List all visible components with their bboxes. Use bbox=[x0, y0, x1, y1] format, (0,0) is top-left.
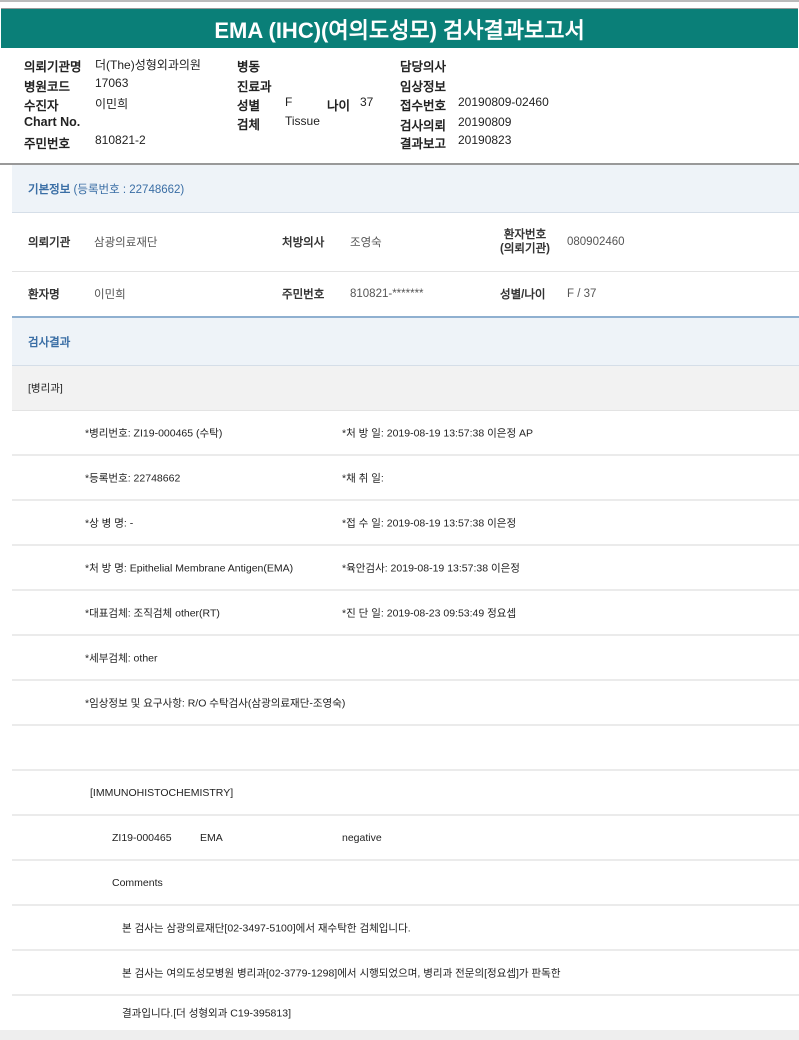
comment: 결과입니다.[더 성형외과 C19-395813] bbox=[122, 1007, 291, 1020]
label: 접수번호 bbox=[400, 99, 447, 113]
clinical-info: *임상정보 및 요구사항: R/O 수탁검사(삼광의료재단-조영숙) bbox=[85, 697, 346, 709]
result-row: *임상정보 및 요구사항: R/O 수탁검사(삼광의료재단-조영숙) bbox=[12, 681, 799, 726]
value: 17063 bbox=[95, 76, 129, 90]
ihc-result: negative bbox=[342, 831, 382, 844]
value: F bbox=[285, 95, 293, 109]
value: 080902460 bbox=[567, 236, 625, 248]
label: 성별/나이 bbox=[500, 289, 546, 301]
registration-number: (등록번호 : 22748662) bbox=[73, 183, 185, 196]
label: 나이 bbox=[327, 99, 351, 113]
value: 삼광의료재단 bbox=[94, 237, 158, 249]
comments-label-row: Comments bbox=[12, 861, 799, 906]
label: Chart No. bbox=[24, 115, 81, 129]
label-sub: (의뢰기관) bbox=[500, 243, 550, 255]
label: 의뢰기관명 bbox=[24, 60, 82, 74]
collection-date: *채 취 일: bbox=[342, 472, 384, 484]
info-row: 의뢰기관 삼광의료재단 처방의사 조영숙 환자번호 (의뢰기관) 08090246… bbox=[12, 213, 799, 272]
value: Tissue bbox=[285, 114, 320, 128]
label: 주민번호 bbox=[24, 137, 71, 151]
value: 조영숙 bbox=[350, 237, 382, 249]
receipt-date: *접 수 일: 2019-08-19 13:57:38 이은정 bbox=[342, 517, 517, 529]
gross-exam-date: *육안검사: 2019-08-19 13:57:38 이은정 bbox=[342, 562, 520, 574]
value: 20190809-02460 bbox=[458, 95, 549, 109]
label: 주민번호 bbox=[282, 289, 325, 301]
value: 810821-2 bbox=[95, 133, 146, 147]
label: 성별 bbox=[237, 99, 261, 113]
value: 더(The)성형외과의원 bbox=[95, 58, 201, 72]
ihc-header-row: [IMMUNOHISTOCHEMISTRY] bbox=[12, 771, 799, 816]
detail-specimen: *세부검체: other bbox=[85, 652, 158, 664]
label: 검체 bbox=[237, 118, 261, 132]
department-row: [병리과] bbox=[12, 366, 799, 411]
result-row: *등록번호: 22748662 *채 취 일: bbox=[12, 456, 799, 501]
label: 환자명 bbox=[28, 289, 60, 301]
result-row: *처 방 명: Epithelial Membrane Antigen(EMA)… bbox=[12, 546, 799, 591]
diagnosis-date: *진 단 일: 2019-08-23 09:53:49 정요셉 bbox=[342, 607, 517, 619]
value: 810821-******* bbox=[350, 288, 424, 300]
value: 20190823 bbox=[458, 133, 512, 147]
diagnosis-name: *상 병 명: - bbox=[85, 517, 134, 529]
result-row: *상 병 명: - *접 수 일: 2019-08-19 13:57:38 이은… bbox=[12, 501, 799, 546]
specimen: *대표검체: 조직검체 other(RT) bbox=[85, 607, 220, 619]
label: 수진자 bbox=[24, 99, 59, 113]
results-header: 검사결과 bbox=[12, 318, 799, 366]
ihc-result-row: ZI19-000465 EMA negative bbox=[12, 816, 799, 861]
pathology-number: *병리번호: ZI19-000465 (수탁) bbox=[85, 427, 223, 439]
comment-row: 본 검사는 여의도성모병원 병리과[02-3779-1298]에서 시행되었으며… bbox=[12, 951, 799, 996]
basic-info-header: 기본정보 (등록번호 : 22748662) bbox=[12, 165, 799, 213]
window-top-border bbox=[0, 0, 799, 2]
label: 병동 bbox=[237, 60, 261, 74]
ihc-id: ZI19-000465 bbox=[112, 831, 172, 844]
order-name: *처 방 명: Epithelial Membrane Antigen(EMA) bbox=[85, 562, 294, 574]
result-row: *세부검체: other bbox=[12, 636, 799, 681]
label: 병원코드 bbox=[24, 80, 71, 94]
value: 이민희 bbox=[94, 289, 126, 301]
blank-row bbox=[12, 726, 799, 771]
ihc-header: [IMMUNOHISTOCHEMISTRY] bbox=[90, 786, 234, 799]
comment: 본 검사는 삼광의료재단[02-3497-5100]에서 재수탁한 검체입니다. bbox=[122, 922, 411, 934]
department: [병리과] bbox=[28, 382, 63, 395]
comments-label: Comments bbox=[112, 876, 163, 889]
label: 진료과 bbox=[237, 80, 272, 94]
registration-number: *등록번호: 22748662 bbox=[85, 472, 181, 484]
section-title: 기본정보 bbox=[28, 183, 71, 196]
value: 20190809 bbox=[458, 115, 512, 129]
label: 결과보고 bbox=[400, 137, 447, 151]
label: 처방의사 bbox=[282, 237, 325, 249]
order-date: *처 방 일: 2019-08-19 13:57:38 이은정 AP bbox=[342, 427, 534, 439]
value: F / 37 bbox=[567, 288, 597, 300]
info-row: 환자명 이민희 주민번호 810821-******* 성별/나이 F / 37 bbox=[12, 272, 799, 318]
ihc-marker: EMA bbox=[200, 831, 223, 844]
comment-row: 본 검사는 삼광의료재단[02-3497-5100]에서 재수탁한 검체입니다. bbox=[12, 906, 799, 951]
label: 담당의사 bbox=[400, 60, 447, 74]
report-title: EMA (IHC)(여의도성모) 검사결과보고서 bbox=[1, 8, 798, 48]
section-title: 검사결과 bbox=[28, 336, 71, 349]
value: 이민희 bbox=[95, 97, 129, 111]
label: 검사의뢰 bbox=[400, 119, 447, 133]
result-row: *병리번호: ZI19-000465 (수탁) *처 방 일: 2019-08-… bbox=[12, 411, 799, 456]
label: 임상정보 bbox=[400, 80, 447, 94]
comment: 본 검사는 여의도성모병원 병리과[02-3779-1298]에서 시행되었으며… bbox=[122, 967, 561, 979]
bottom-bar bbox=[0, 1030, 799, 1040]
result-row: *대표검체: 조직검체 other(RT) *진 단 일: 2019-08-23… bbox=[12, 591, 799, 636]
label: 의뢰기관 bbox=[28, 237, 71, 249]
comment-row: 결과입니다.[더 성형외과 C19-395813] bbox=[12, 996, 799, 1030]
label: 환자번호 bbox=[503, 229, 547, 241]
value: 37 bbox=[360, 95, 374, 109]
